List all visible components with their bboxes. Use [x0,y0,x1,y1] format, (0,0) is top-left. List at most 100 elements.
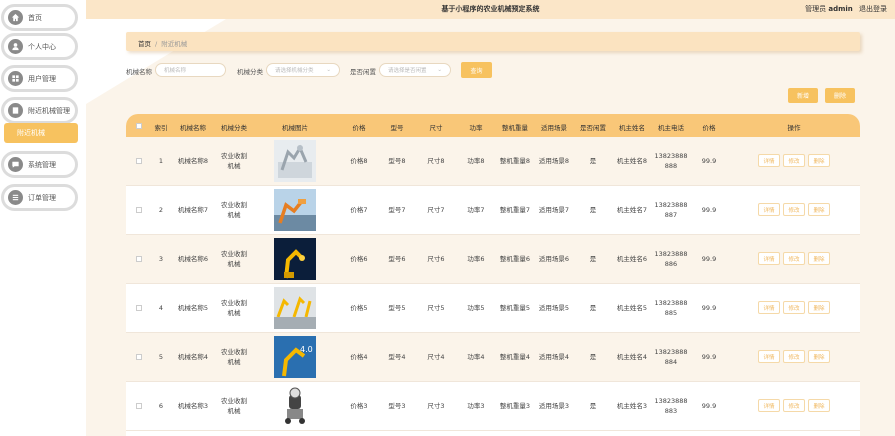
cell-scene: 适用场景4 [538,353,570,361]
cell-phone: 13823888 885 [654,299,688,317]
add-button[interactable]: 新增 [788,88,818,103]
cell-name: 机械名称6 [177,255,209,263]
cell-weight: 整机重量5 [499,304,531,312]
cell-power: 功率8 [467,157,485,165]
cell-category: 农业收割 机械 [221,152,247,170]
sidebar-item-machinery[interactable]: 附近机械管理 [1,97,78,124]
table-row: 6 机械名称3 农业收割 机械 价格3 型号3 尺寸3 功率3 整机重量3 适用场景3 是 机主姓名3… [126,382,860,431]
detail-button[interactable]: 详情 [758,154,780,167]
sidebar-item-orders[interactable]: 订单管理 [1,184,78,211]
user-name: admin [828,5,853,13]
cell-size: 尺寸3 [427,402,445,410]
cell-category: 农业收割 机械 [221,348,247,366]
name-filter-input[interactable]: 机械名称 [155,63,226,77]
row-actions: 详情 修改 删除 [758,399,830,412]
cell-index: 5 [158,353,164,361]
machine-image [274,238,316,280]
row-checkbox[interactable] [136,256,142,262]
column-header: 机主电话 [658,124,684,132]
cell-price2: 99.9 [701,402,717,410]
detail-button[interactable]: 详情 [758,301,780,314]
table-row: 3 机械名称6 农业收割 机械 价格6 型号6 尺寸6 功率6 整机重量6 适用场景6 是 机主姓名6… [126,235,860,284]
sidebar-item-label: 用户管理 [28,74,56,83]
edit-button[interactable]: 修改 [783,350,805,363]
row-delete-button[interactable]: 删除 [808,399,830,412]
edit-button[interactable]: 修改 [783,399,805,412]
row-checkbox[interactable] [136,354,142,360]
cell-power: 功率4 [467,353,485,361]
edit-button[interactable]: 修改 [783,301,805,314]
sidebar-item-profile[interactable]: 个人中心 [1,33,78,60]
cell-price: 价格8 [350,157,368,165]
cell-size: 尺寸6 [427,255,445,263]
column-header: 型号 [390,124,404,132]
search-button[interactable]: 查询 [461,62,492,78]
cell-weight: 整机重量7 [499,206,531,214]
edit-button[interactable]: 修改 [783,203,805,216]
column-header: 是否闲置 [580,124,606,132]
sidebar-item-users[interactable]: 用户管理 [1,65,78,92]
row-checkbox[interactable] [136,207,142,213]
column-header: 机械图片 [282,124,308,132]
cell-size: 尺寸5 [427,304,445,312]
cell-weight: 整机重量6 [499,255,531,263]
svg-text:4.0: 4.0 [300,345,313,354]
cell-price2: 99.9 [701,157,717,165]
idle-select[interactable]: 请选择是否闲置 ⌄ [379,63,451,77]
cell-model: 型号8 [388,157,406,165]
row-checkbox[interactable] [136,158,142,164]
cell-price2: 99.9 [701,255,717,263]
cell-owner: 机主姓名7 [616,206,648,214]
cell-name: 机械名称4 [177,353,209,361]
cell-name: 机械名称7 [177,206,209,214]
detail-button[interactable]: 详情 [758,399,780,412]
detail-button[interactable]: 详情 [758,252,780,265]
detail-button[interactable]: 详情 [758,350,780,363]
row-delete-button[interactable]: 删除 [808,203,830,216]
table-row: 5 机械名称4 农业收割 机械 价格4 型号4 尺寸4 功率4 整机重量4 适用场景4 是 机主姓名4… [126,333,860,382]
sidebar-item-system[interactable]: 系统管理 [1,151,78,178]
column-header: 功率 [469,124,483,132]
cell-price: 价格5 [350,304,368,312]
breadcrumb-separator: / [155,40,158,48]
logout-link[interactable]: 退出登录 [859,5,887,13]
cell-price2: 99.9 [701,304,717,312]
delete-button[interactable]: 删除 [825,88,855,103]
breadcrumb-home[interactable]: 首页 [138,40,151,48]
column-header: 机主姓名 [619,124,645,132]
cell-idle: 是 [589,255,597,263]
home-icon [8,10,23,25]
row-delete-button[interactable]: 删除 [808,252,830,265]
row-checkbox[interactable] [136,305,142,311]
cell-scene: 适用场景6 [538,255,570,263]
row-delete-button[interactable]: 删除 [808,154,830,167]
row-checkbox[interactable] [136,403,142,409]
user-area: 管理员 admin 退出登录 [805,4,887,14]
category-select[interactable]: 请选择机械分类 ⌄ [266,63,340,77]
sidebar-item-label: 首页 [28,13,42,22]
edit-button[interactable]: 修改 [783,252,805,265]
cell-category: 农业收割 机械 [221,299,247,317]
cell-name: 机械名称5 [177,304,209,312]
cell-phone: 13823888 887 [654,201,688,219]
cell-phone: 13823888 883 [654,397,688,415]
row-delete-button[interactable]: 删除 [808,301,830,314]
sidebar-item-label: 订单管理 [28,193,56,202]
select-all-checkbox[interactable] [136,123,142,129]
cell-owner: 机主姓名8 [616,157,648,165]
cell-owner: 机主姓名4 [616,353,648,361]
sidebar-item-label: 个人中心 [28,42,56,51]
cell-power: 功率3 [467,402,485,410]
table-row: 4 机械名称5 农业收割 机械 价格5 型号5 尺寸5 功率5 整机重量5 适用场景5 是 机主姓名5… [126,284,860,333]
cell-price: 价格6 [350,255,368,263]
cell-scene: 适用场景7 [538,206,570,214]
row-delete-button[interactable]: 删除 [808,350,830,363]
cell-size: 尺寸4 [427,353,445,361]
edit-button[interactable]: 修改 [783,154,805,167]
sidebar-item-home[interactable]: 首页 [1,4,78,31]
cell-index: 4 [158,304,164,312]
grid-icon [8,71,23,86]
sidebar-subitem-nearby[interactable]: 附近机械 [4,123,78,143]
detail-button[interactable]: 详情 [758,203,780,216]
cell-model: 型号3 [388,402,406,410]
